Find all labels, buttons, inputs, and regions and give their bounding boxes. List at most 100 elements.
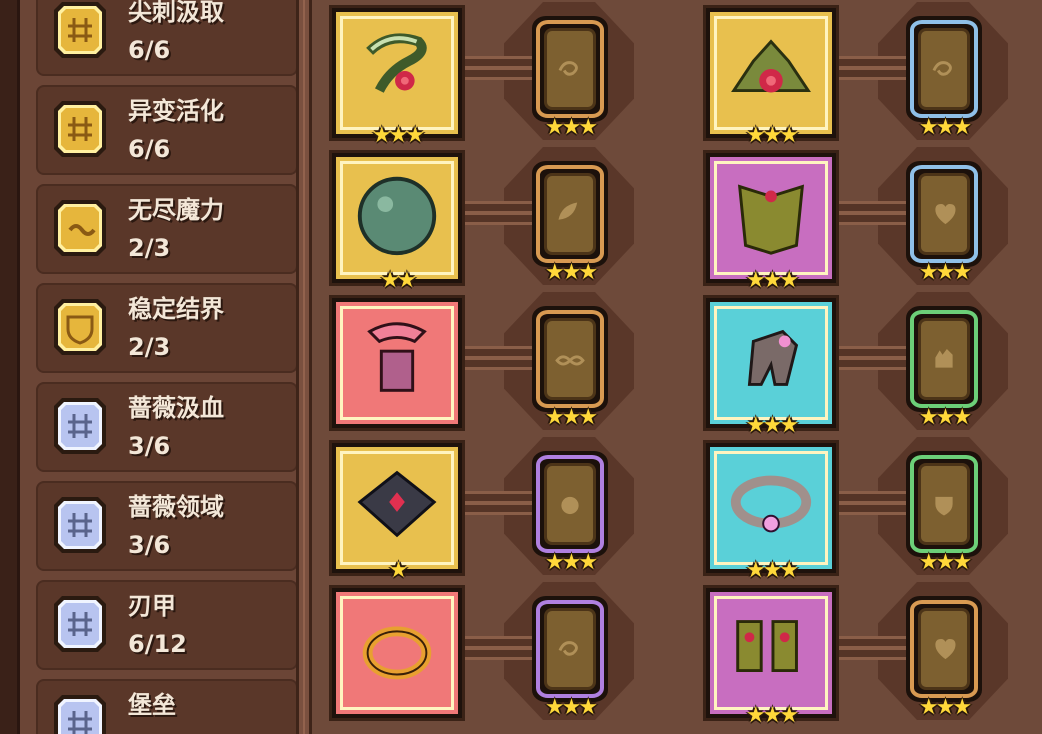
rune-socket[interactable]: ★★★: [906, 306, 982, 430]
rune-socket[interactable]: ★★★: [906, 16, 982, 140]
socket-star-rating: ★★★: [544, 405, 598, 430]
leaf-armor-icon: [737, 184, 805, 255]
trait-count: 3/6: [128, 531, 171, 559]
socket-slot: [918, 463, 970, 545]
rune-socket[interactable]: ★★★: [532, 596, 608, 720]
rune-socket[interactable]: ★★★: [532, 306, 608, 430]
socket-star-rating: ★★★: [544, 115, 598, 140]
trait-card[interactable]: 蔷薇汲血 3/6: [36, 382, 298, 472]
trait-card[interactable]: 稳定结界 2/3: [36, 283, 298, 373]
window-edge: [0, 0, 20, 734]
equipment-slot: ★★★ ★★★: [688, 582, 1008, 728]
rose-vine-bracelet-icon: [366, 33, 427, 93]
rune-socket[interactable]: ★★★: [532, 451, 608, 575]
item-star-rating: ★★★: [371, 123, 425, 148]
wave-icon: [54, 200, 106, 256]
item-socket-connector: [836, 346, 916, 370]
socket-star-rating: ★★★: [918, 260, 972, 285]
socket-star-rating: ★★★: [918, 405, 972, 430]
pink-pendant-icon: [367, 322, 427, 392]
rune-socket[interactable]: ★★★: [906, 596, 982, 720]
stone-gauntlet-icon: [747, 329, 799, 386]
socket-star-rating: ★★★: [544, 550, 598, 575]
item-leaf-armor[interactable]: ★★★: [706, 153, 836, 293]
equipment-slot: ★★★ ★★★: [688, 292, 1008, 438]
trait-count: 2/3: [128, 234, 171, 262]
equipment-slot: ★★★ ★★★: [688, 147, 1008, 293]
item-rose-vine-bracelet[interactable]: ★★★: [332, 8, 462, 148]
socket-slot: [918, 608, 970, 690]
leaf-boots-icon: [736, 620, 798, 673]
trait-card[interactable]: 尖刺汲取 6/6: [36, 0, 298, 76]
trait-card[interactable]: 无尽魔力 2/3: [36, 184, 298, 274]
item-gold-ring[interactable]: [332, 588, 462, 718]
socket-star-rating: ★★★: [544, 260, 598, 285]
item-socket-connector: [836, 491, 916, 515]
item-star-rating: ★★★: [745, 268, 799, 293]
item-socket-connector: [462, 201, 542, 225]
trait-name: 刃甲: [128, 592, 176, 620]
socket-slot: [918, 318, 970, 400]
socket-slot: [544, 28, 596, 110]
trait-sidebar[interactable]: 尖刺汲取 6/6 异变活化 6/6 无尽魔力 2/3 稳定结界 2/3 蔷薇汲血…: [20, 0, 302, 734]
item-dark-ruby-armor[interactable]: ★: [332, 443, 462, 583]
item-socket-connector: [836, 201, 916, 225]
grid-icon: [54, 497, 106, 553]
grid-icon: [54, 398, 106, 454]
item-stone-gauntlet[interactable]: ★★★: [706, 298, 836, 438]
trait-card[interactable]: 堡垒: [36, 679, 298, 734]
shield-icon: [54, 299, 106, 355]
item-pink-gem-necklace[interactable]: ★★★: [706, 443, 836, 583]
socket-slot: [918, 28, 970, 110]
trait-count: 6/12: [128, 630, 187, 658]
item-socket-connector: [462, 636, 542, 660]
trait-count: 6/6: [128, 135, 171, 163]
blob-icon: [561, 496, 579, 515]
equipment-slot: ★ ★★★: [314, 437, 634, 583]
trait-card[interactable]: 异变活化 6/6: [36, 85, 298, 175]
grid-icon: [54, 2, 106, 58]
item-leaf-boots[interactable]: ★★★: [706, 588, 836, 728]
shield-icon: [935, 496, 953, 516]
swirl-icon: [558, 641, 578, 656]
equipment-slot: ★★★ ★★★: [688, 2, 1008, 148]
trait-card[interactable]: 刃甲 6/12: [36, 580, 298, 670]
trait-count: 2/3: [128, 333, 171, 361]
trait-name: 无尽魔力: [128, 196, 224, 224]
trait-name: 堡垒: [128, 691, 176, 719]
trait-count: 6/6: [128, 36, 171, 64]
item-pink-pendant[interactable]: [332, 298, 462, 428]
jade-orb-icon: [357, 176, 437, 256]
heart-icon: [935, 203, 956, 225]
socket-slot: [918, 173, 970, 255]
heart-icon: [935, 638, 956, 660]
socket-slot: [544, 318, 596, 400]
equipment-grid: ★★★ ★★★ ★★★ ★★★ ★★ ★★★ ★★★ ★★★ ★★★ ★★★ ★…: [312, 0, 1042, 734]
item-star-rating: ★★★: [745, 703, 799, 728]
trait-name: 蔷薇汲血: [128, 394, 224, 422]
item-star-rating: ★★★: [745, 558, 799, 583]
equipment-slot: ★★ ★★★: [314, 147, 634, 293]
item-socket-connector: [836, 636, 916, 660]
rune-socket[interactable]: ★★★: [532, 16, 608, 140]
rune-socket[interactable]: ★★★: [532, 161, 608, 285]
rune-socket[interactable]: ★★★: [906, 451, 982, 575]
rune-socket[interactable]: ★★★: [906, 161, 982, 285]
pink-gem-necklace-icon: [730, 475, 812, 533]
item-rose-leaf-crown[interactable]: ★★★: [706, 8, 836, 148]
item-socket-connector: [462, 346, 542, 370]
trait-name: 异变活化: [128, 97, 224, 125]
trait-card[interactable]: 蔷薇领域 3/6: [36, 481, 298, 571]
trait-name: 稳定结界: [128, 295, 224, 323]
rose-leaf-crown-icon: [731, 39, 811, 93]
gold-ring-icon: [362, 626, 432, 680]
socket-star-rating: ★★★: [918, 115, 972, 140]
socket-slot: [544, 608, 596, 690]
socket-slot: [544, 463, 596, 545]
item-jade-orb[interactable]: ★★: [332, 153, 462, 293]
item-socket-connector: [836, 56, 916, 80]
socket-star-rating: ★★★: [918, 695, 972, 720]
trait-name: 蔷薇领域: [128, 493, 224, 521]
grid-icon: [54, 101, 106, 157]
item-star-rating: ★★★: [745, 123, 799, 148]
